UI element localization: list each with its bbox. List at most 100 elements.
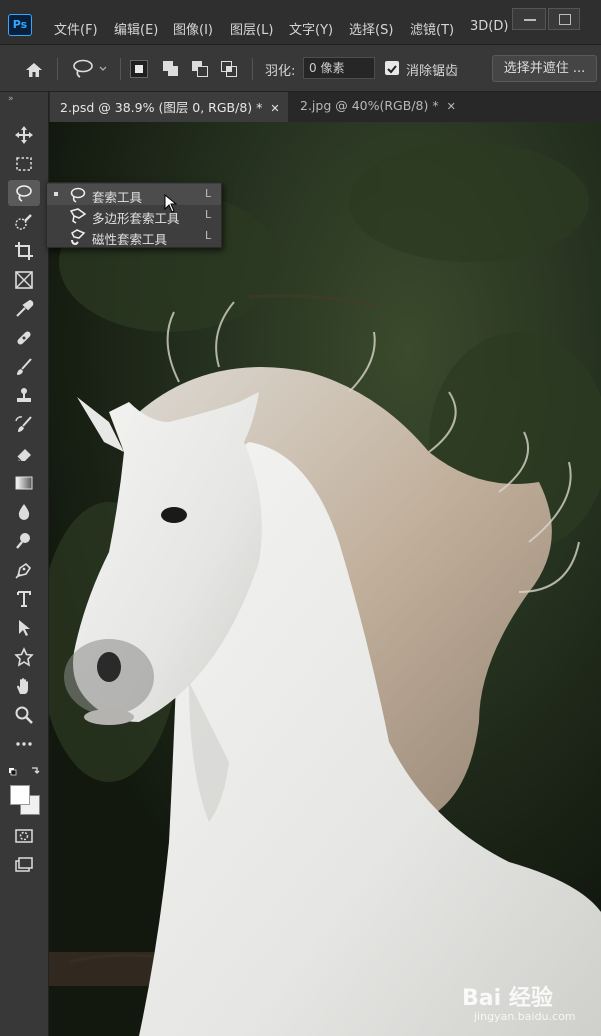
- document-canvas[interactable]: [49, 122, 601, 1036]
- type-tool[interactable]: [8, 586, 40, 612]
- frame-tool[interactable]: [8, 267, 40, 293]
- pen-tool[interactable]: [8, 557, 40, 583]
- baidu-watermark-url: jingyan.baidu.com: [474, 1010, 576, 1023]
- new-selection-button[interactable]: [130, 60, 148, 78]
- menu-3d[interactable]: 3D(D): [470, 19, 508, 34]
- quick-mask-icon: [15, 829, 33, 843]
- menu-select[interactable]: 选择(S): [349, 19, 393, 38]
- blur-tool[interactable]: [8, 499, 40, 525]
- magnetic-lasso-icon: [71, 229, 86, 246]
- flyout-item-lasso[interactable]: 套索工具 L: [47, 184, 221, 205]
- move-icon: [15, 126, 33, 144]
- move-tool[interactable]: [8, 122, 40, 148]
- menu-type[interactable]: 文字(Y): [289, 19, 333, 38]
- tab-label: 2.jpg @ 40%(RGB/8) *: [300, 98, 439, 113]
- more-icon: [16, 742, 32, 746]
- dodge-icon: [16, 533, 30, 549]
- screen-mode-icon: [15, 857, 33, 872]
- drop-icon: [18, 504, 30, 520]
- shape-icon: [14, 647, 34, 667]
- menu-image[interactable]: 图像(I): [173, 19, 213, 38]
- flyout-item-magnetic-lasso[interactable]: 磁性套索工具 L: [47, 226, 221, 247]
- lasso-icon: [73, 59, 107, 78]
- antialias-label: 消除锯齿: [406, 64, 459, 79]
- lasso-icon: [70, 187, 86, 203]
- screen-mode-button[interactable]: [8, 852, 40, 878]
- flyout-shortcut: L: [205, 187, 212, 200]
- lasso-tool[interactable]: [8, 180, 40, 206]
- antialias-checkbox[interactable]: [385, 61, 399, 75]
- menu-layer[interactable]: 图层(L): [230, 19, 273, 38]
- rect-marquee-icon: [16, 157, 32, 171]
- quick-selection-tool[interactable]: [8, 209, 40, 235]
- flyout-shortcut: L: [205, 208, 212, 221]
- collapse-panel-icon[interactable]: »: [8, 94, 14, 104]
- tab-2-jpg[interactable]: 2.jpg @ 40%(RGB/8) * ✕: [290, 92, 460, 122]
- maximize-button[interactable]: [548, 8, 580, 30]
- separator: [120, 58, 121, 80]
- hand-icon: [17, 678, 28, 694]
- clone-stamp-tool[interactable]: [8, 383, 40, 409]
- tab-label: 2.psd @ 38.9% (图层 0, RGB/8) *: [60, 100, 263, 115]
- zoom-icon: [15, 706, 33, 724]
- crop-tool[interactable]: [8, 238, 40, 264]
- menu-filter[interactable]: 滤镜(T): [410, 19, 454, 38]
- bandage-icon: [17, 331, 31, 345]
- edit-toolbar-button[interactable]: [8, 731, 40, 757]
- quick-selection-icon: [15, 214, 32, 230]
- pen-icon: [15, 562, 32, 579]
- eraser-icon: [16, 449, 31, 462]
- menu-edit[interactable]: 编辑(E): [114, 19, 158, 38]
- type-icon: [17, 591, 31, 607]
- path-selection-tool[interactable]: [8, 615, 40, 641]
- brush-icon: [17, 358, 32, 375]
- home-icon[interactable]: [24, 60, 44, 80]
- history-brush-icon: [15, 416, 32, 432]
- gradient-icon: [15, 476, 33, 490]
- arrow-icon: [19, 620, 30, 636]
- select-and-mask-button[interactable]: 选择并遮住 ...: [492, 55, 597, 82]
- gradient-tool[interactable]: [8, 470, 40, 496]
- swap-colors-icon[interactable]: [8, 764, 42, 778]
- flyout-shortcut: L: [205, 229, 212, 242]
- baidu-watermark-logo: Bai 经验: [462, 986, 553, 1011]
- crop-icon: [15, 242, 33, 260]
- custom-shape-tool[interactable]: [8, 644, 40, 670]
- history-brush-tool[interactable]: [8, 412, 40, 438]
- feather-label: 羽化:: [265, 64, 296, 79]
- mouse-cursor-icon: [164, 193, 178, 214]
- frame-icon: [15, 271, 33, 289]
- flyout-item-polygonal-lasso[interactable]: 多边形套索工具 L: [47, 205, 221, 226]
- lasso-tool-flyout: 套索工具 L 多边形套索工具 L 磁性套索工具 L: [46, 182, 222, 248]
- minimize-button[interactable]: [512, 8, 546, 30]
- flyout-label: 磁性套索工具: [92, 232, 168, 247]
- photoshop-logo: Ps: [8, 14, 32, 36]
- hand-tool[interactable]: [8, 673, 40, 699]
- separator: [57, 58, 58, 80]
- close-icon[interactable]: ✕: [270, 102, 279, 115]
- intersect-selection-button[interactable]: [220, 60, 238, 78]
- active-indicator: [54, 192, 58, 196]
- lasso-icon: [16, 185, 32, 202]
- eraser-tool[interactable]: [8, 441, 40, 467]
- menu-file[interactable]: 文件(F): [54, 19, 98, 38]
- zoom-tool[interactable]: [8, 702, 40, 728]
- brush-tool[interactable]: [8, 354, 40, 380]
- foreground-color-swatch[interactable]: [10, 785, 30, 805]
- tool-preset-picker[interactable]: [70, 58, 110, 80]
- polygonal-lasso-icon: [69, 208, 87, 224]
- feather-input[interactable]: 0 像素: [303, 57, 375, 79]
- eyedropper-icon: [16, 299, 34, 317]
- dodge-tool[interactable]: [8, 528, 40, 554]
- tab-2-psd[interactable]: 2.psd @ 38.9% (图层 0, RGB/8) * ✕: [50, 92, 288, 122]
- subtract-from-selection-button[interactable]: [191, 60, 209, 78]
- add-to-selection-button[interactable]: [162, 60, 180, 78]
- flyout-label: 套索工具: [92, 190, 143, 205]
- healing-brush-tool[interactable]: [8, 325, 40, 351]
- marquee-tool[interactable]: [8, 151, 40, 177]
- eyedropper-tool[interactable]: [8, 296, 40, 322]
- quick-mask-button[interactable]: [8, 823, 40, 849]
- close-icon[interactable]: ✕: [447, 100, 456, 113]
- color-swatches[interactable]: [8, 783, 42, 815]
- separator: [252, 58, 253, 80]
